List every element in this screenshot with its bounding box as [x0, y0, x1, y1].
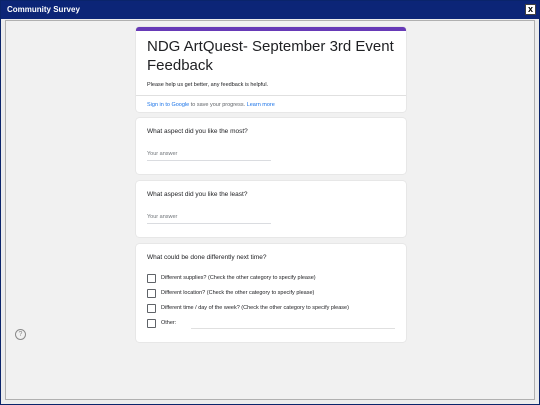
header-divider — [136, 95, 406, 96]
question-card-differently: What could be done differently next time… — [136, 244, 406, 342]
checkbox[interactable] — [147, 274, 156, 283]
question-title: What could be done differently next time… — [147, 254, 267, 261]
learn-more-link[interactable]: Learn more — [247, 102, 275, 108]
other-text-input[interactable] — [191, 320, 395, 329]
question-title: What aspect did you like the most? — [147, 128, 248, 135]
app-window: Community Survey x ? NDG ArtQuest- Septe… — [0, 0, 540, 405]
option-label: Other: — [161, 320, 177, 326]
answer-input-like-least[interactable] — [147, 211, 271, 224]
signin-link[interactable]: Sign in to Google — [147, 102, 189, 108]
question-title: What aspest did you like the least? — [147, 191, 248, 198]
form-title: NDG ArtQuest- September 3rd Event Feedba… — [147, 38, 394, 74]
checkbox[interactable] — [147, 304, 156, 313]
form-viewport: ? NDG ArtQuest- September 3rd Event Feed… — [5, 20, 535, 400]
option-label: Different time / day of the week? (Check… — [161, 305, 349, 311]
option-label: Different location? (Check the other cat… — [161, 290, 315, 296]
option-other[interactable]: Other: — [147, 319, 397, 329]
close-button[interactable]: x — [525, 4, 536, 15]
question-card-like-most: What aspect did you like the most? — [136, 118, 406, 174]
question-card-like-least: What aspest did you like the least? — [136, 181, 406, 237]
help-icon[interactable]: ? — [15, 329, 26, 340]
signin-notice: Sign in to Google to save your progress.… — [147, 102, 275, 108]
signin-text: to save your progress. — [189, 102, 247, 108]
title-bar: Community Survey x — [1, 1, 539, 19]
form-header-card: NDG ArtQuest- September 3rd Event Feedba… — [136, 27, 406, 112]
checkbox[interactable] — [147, 319, 156, 328]
checkbox[interactable] — [147, 289, 156, 298]
window-title: Community Survey — [7, 5, 80, 14]
answer-input-like-most[interactable] — [147, 148, 271, 161]
option-label: Different supplies? (Check the other cat… — [161, 275, 316, 281]
form-description: Please help us get better, any feedback … — [147, 82, 269, 88]
